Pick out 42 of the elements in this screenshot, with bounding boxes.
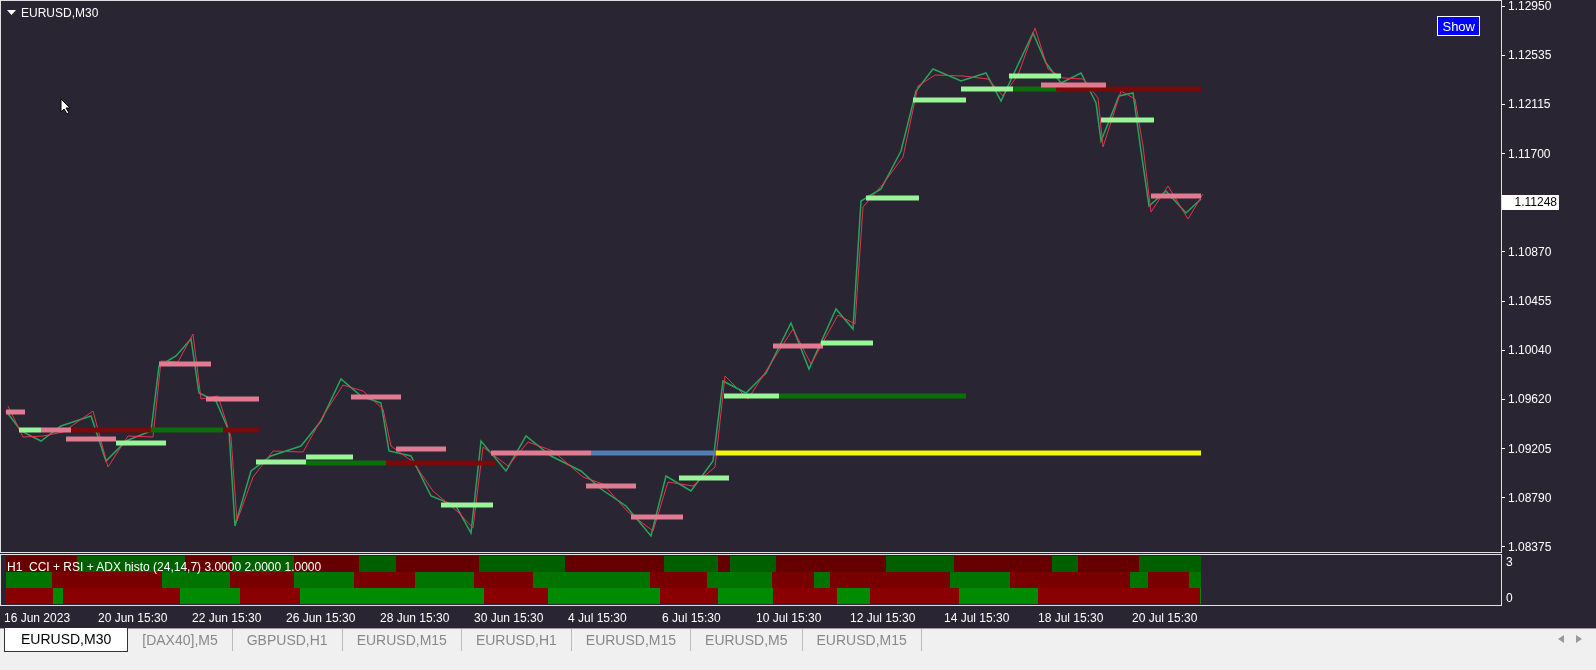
indicator-label: H1 CCI + RSI + ADX histo (24,14,7) 3.0000 2.0000 1.0000: [7, 559, 322, 576]
time-label: 22 Jun 15:30: [192, 610, 263, 627]
price-label: 1.09205: [1508, 442, 1552, 455]
time-label: 14 Jul 15:30: [944, 610, 1011, 627]
show-button[interactable]: Show: [1437, 16, 1480, 36]
price-label: 1.12950: [1508, 0, 1552, 12]
price-label: 1.11700: [1508, 147, 1551, 160]
time-label: 30 Jun 15:30: [474, 610, 545, 627]
time-label: 4 Jul 15:30: [568, 610, 628, 627]
price-label: 1.08375: [1508, 540, 1552, 553]
time-label: 6 Jul 15:30: [662, 610, 722, 627]
price-label: 1.10040: [1508, 344, 1552, 357]
chart-tab[interactable]: GBPUSD,H1: [232, 629, 343, 651]
chart-title: EURUSD,M30: [21, 5, 99, 22]
chart-tab[interactable]: EURUSD,M15: [571, 629, 692, 651]
time-label: 26 Jun 15:30: [286, 610, 357, 627]
chart-tab[interactable]: EURUSD,M5: [691, 629, 803, 651]
time-label: 28 Jun 15:30: [380, 610, 451, 627]
cursor-icon: [60, 98, 72, 115]
price-label: 1.10455: [1508, 295, 1552, 308]
time-label: 12 Jul 15:30: [850, 610, 917, 627]
price-label: 1.10870: [1508, 245, 1552, 258]
price-label: 1.12115: [1508, 98, 1551, 111]
current-price-label: 1.11248: [1502, 195, 1559, 211]
dropdown-icon[interactable]: [7, 10, 16, 16]
price-label: 1.08790: [1508, 491, 1552, 504]
scroll-left-icon[interactable]: [1558, 635, 1564, 643]
indicator-axis-label: 3: [1506, 556, 1514, 568]
chart-tab[interactable]: [DAX40],M5: [128, 629, 233, 651]
indicator-axis-label: 0: [1506, 592, 1514, 604]
price-label: 1.09620: [1508, 393, 1552, 406]
price-label: 1.12535: [1508, 49, 1552, 62]
time-label: 20 Jul 15:30: [1132, 610, 1199, 627]
time-label: 20 Jun 15:30: [98, 610, 169, 627]
chart-tab[interactable]: EURUSD,M15: [342, 629, 462, 651]
chart-tab[interactable]: EURUSD,H1: [461, 629, 572, 651]
chart-tab[interactable]: EURUSD,M15: [802, 629, 922, 651]
time-label: 10 Jul 15:30: [756, 610, 823, 627]
scroll-right-icon[interactable]: [1576, 635, 1582, 643]
chart-tab[interactable]: EURUSD,M30: [4, 628, 129, 652]
time-label: 16 Jun 2023: [4, 610, 72, 627]
time-label: 18 Jul 15:30: [1038, 610, 1105, 627]
